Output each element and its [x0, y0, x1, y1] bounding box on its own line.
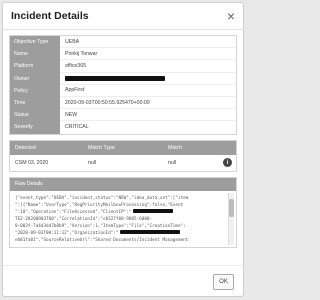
raw-details-title: Raw Details — [10, 177, 236, 191]
detail-value: office365 — [60, 60, 236, 73]
detail-value: UEBA — [60, 36, 236, 49]
detail-value: 2020-09-03T00:50:55.925470+00:00 — [60, 97, 236, 110]
raw-line: ":[{"Name":"UserType","RegPriorityMailbo… — [15, 202, 184, 208]
detection-table-header: Detected Match Type Match — [10, 140, 236, 155]
column-match: Match — [168, 144, 183, 151]
detail-row: Owner — [10, 72, 236, 85]
column-detected: Detected — [15, 144, 36, 151]
modal-footer: OK — [3, 265, 243, 296]
detail-row: Platform office365 — [10, 60, 236, 73]
detail-value: NEW — [60, 109, 236, 122]
detail-row: Policy AppFirst — [10, 84, 236, 97]
raw-line: 0-003f-7a4d3dd7b8b9","Version":1,"ItemTy… — [15, 223, 186, 229]
detail-row: Status NEW — [10, 109, 236, 122]
detail-row: Severity CRITICAL — [10, 121, 236, 134]
redaction-bar — [120, 229, 181, 234]
modal-title: Incident Details — [11, 10, 89, 22]
detail-key: Policy — [10, 84, 60, 97]
detail-key: Platform — [10, 60, 60, 73]
column-match-type: Match Type — [88, 144, 115, 151]
detail-value: CRITICAL — [65, 124, 89, 131]
match-type-value: null — [88, 159, 97, 166]
info-icon[interactable]: i — [223, 158, 232, 167]
detail-key: Owner — [10, 72, 60, 85]
detail-key: Time — [10, 96, 60, 110]
detail-value: AppFirst — [60, 85, 236, 97]
raw-details-panel: Raw Details {"event_type":"UEBA","incide… — [9, 176, 237, 248]
incident-details-modal: Incident Details × Objective Type UEBA N… — [2, 2, 244, 297]
raw-line: {"event_type":"UEBA","incident_status":"… — [15, 195, 189, 201]
redaction-bar — [65, 75, 165, 81]
match-value: null — [168, 159, 177, 166]
detail-key: Objective Type — [10, 36, 60, 49]
ok-button[interactable]: OK — [213, 274, 234, 290]
raw-line: "2020-09-03T00:11:12","OrganizationId":" — [15, 229, 226, 237]
detection-table: Detected Match Type Match CSM 03, 2020 n… — [9, 139, 237, 172]
detection-row: CSM 03, 2020 null null i — [10, 155, 236, 171]
raw-details-text[interactable]: {"event_type":"UEBA","incident_status":"… — [10, 191, 236, 247]
detail-row: Time 2020-09-03T00:50:55.925470+00:00 — [10, 96, 236, 110]
scrollbar-thumb[interactable] — [229, 198, 234, 217]
raw-line: ":10","Operation":"FileAccessed","Client… — [15, 208, 226, 216]
detail-value-redacted — [60, 73, 236, 85]
raw-details-scrollbar[interactable] — [228, 192, 234, 245]
detail-value: Prinkij Tonwar — [60, 48, 236, 61]
detail-row: Name Prinkij Tonwar — [10, 48, 236, 61]
detail-key: Severity — [10, 121, 60, 134]
detail-key: Name — [10, 48, 60, 61]
raw-line: eb81fa01","SourceRelativeUrl":"Shared Do… — [15, 237, 189, 243]
detail-row: Objective Type UEBA — [10, 36, 236, 49]
detected-value: CSM 03, 2020 — [15, 159, 49, 166]
close-icon[interactable]: × — [227, 9, 235, 23]
redaction-bar — [133, 208, 174, 213]
detail-key: Status — [10, 109, 60, 122]
modal-header: Incident Details × — [3, 3, 243, 30]
details-table: Objective Type UEBA Name Prinkij Tonwar … — [9, 35, 237, 135]
raw-line: TE2-20200903T00","CorrelationId":"c0327f… — [15, 216, 153, 222]
